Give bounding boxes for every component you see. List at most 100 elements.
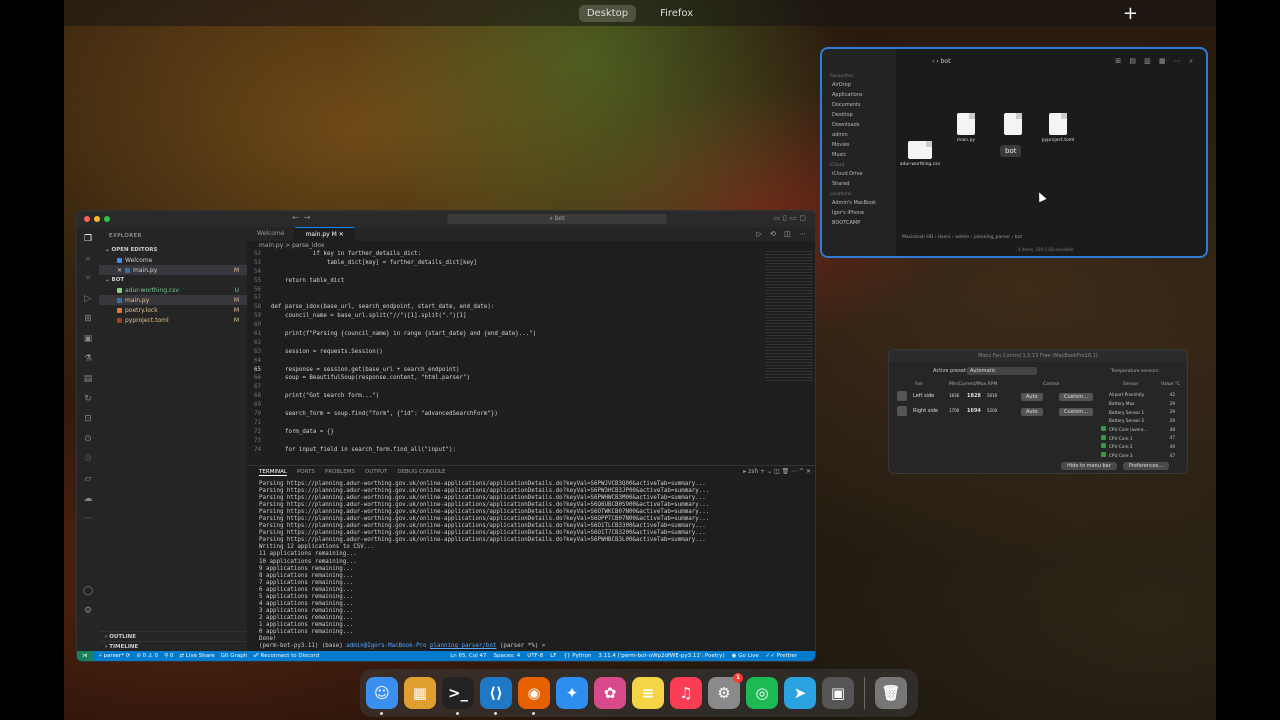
auto-button[interactable]: Auto [1021, 393, 1043, 401]
sensor-row[interactable]: Battery Sensor 2 29 [1101, 416, 1185, 425]
docker-icon[interactable]: ☁ [82, 493, 94, 505]
remote-explorer-icon[interactable]: ▣ [82, 333, 94, 345]
indentation[interactable]: Spaces: 4 [493, 653, 520, 659]
close-icon[interactable]: ✕ [117, 267, 122, 274]
code-line[interactable]: 59 council_name = base_url.split("//")[1… [247, 313, 762, 322]
discord-button[interactable]: ☍ Reconnect to Discord [253, 653, 319, 659]
zoom-window-button[interactable] [104, 216, 110, 222]
music-icon[interactable]: ♫ [670, 677, 702, 709]
code-line[interactable]: 63 session = requests.Session() [247, 349, 762, 358]
terminal-icon[interactable]: >_ [442, 677, 474, 715]
notes-icon[interactable]: ≡ [632, 677, 664, 709]
code-line[interactable]: 54 [247, 269, 762, 278]
sensor-row[interactable]: Airport Proximity 42 [1101, 390, 1185, 399]
nav-arrows-icon[interactable]: ← → [292, 213, 311, 222]
git-graph-button[interactable]: Git Graph [221, 653, 248, 659]
folder-header[interactable]: ⌄ BOT [99, 275, 247, 285]
testing-icon[interactable]: ⚗ [82, 353, 94, 365]
code-line[interactable]: 69 [247, 402, 762, 411]
sidebar-item[interactable]: Desktop [822, 110, 896, 120]
sensor-row[interactable]: CPU Core 1 47 [1101, 433, 1185, 442]
sidebar-item[interactable]: iCloud Drive [822, 169, 896, 179]
go-live-button[interactable]: ◉ Go Live [732, 653, 759, 659]
space-firefox[interactable]: Firefox [652, 5, 701, 22]
terminal-prompt[interactable]: (perm-bot-py3.11) (base) admin@Igors-Mac… [259, 643, 805, 650]
account-icon[interactable]: ◯ [82, 585, 94, 597]
github-icon[interactable]: ⊙ [82, 433, 94, 445]
ports-count[interactable]: ⚲ 0 [164, 653, 173, 659]
code-line[interactable]: 52 if key in further_details_dict: [247, 251, 762, 260]
open-editor-item[interactable]: ✕ main.py M [99, 265, 247, 275]
tab-output[interactable]: OUTPUT [365, 469, 387, 475]
eol[interactable]: LF [550, 653, 556, 659]
code-line[interactable]: 55 return table_dict [247, 278, 762, 287]
more-icon[interactable]: ⋯ [82, 513, 94, 525]
tab-debug-console[interactable]: DEBUG CONSOLE [397, 469, 445, 475]
tab-problems[interactable]: PROBLEMS [325, 469, 355, 475]
minimize-window-button[interactable] [94, 216, 100, 222]
remote-indicator[interactable]: ⋊ [77, 651, 93, 661]
live-share-button[interactable]: ⇄ Live Share [179, 653, 214, 659]
spotify-icon[interactable]: ◎ [746, 677, 778, 709]
launchpad-icon[interactable]: ▦ [404, 677, 436, 709]
terminal-actions[interactable]: ▸ zsh + ⌄ ◫ 🗑 ⋯ ^ ✕ [743, 468, 811, 475]
code-line[interactable]: 62 [247, 340, 762, 349]
code-line[interactable]: 71 [247, 420, 762, 429]
terminal-output[interactable]: Parsing https://planning.adur-worthing.g… [247, 478, 815, 653]
trash-icon[interactable]: 🗑 [875, 677, 907, 709]
code-line[interactable]: 66 soup = BeautifulSoup(response.content… [247, 375, 762, 384]
sidebar-item[interactable]: BOOTCAMP [822, 218, 896, 228]
code-line[interactable]: 61 print(f"Parsing {council_name} in ran… [247, 331, 762, 340]
custom-button[interactable]: Custom... [1059, 393, 1093, 401]
code-editor[interactable]: 52 if key in further_details_dict: 53 tab… [247, 251, 762, 455]
prettier-button[interactable]: ✓✓ Prettier [766, 653, 797, 659]
tab-main-py[interactable]: main.py M ✕ [295, 227, 355, 241]
chat-icon[interactable]: ▱ [82, 473, 94, 485]
settings-gear-icon[interactable]: ⚙ [82, 605, 94, 617]
code-line[interactable]: 58 def parse_idox(base_url, search_endpoi… [247, 304, 762, 313]
sidebar-item[interactable]: admin [822, 130, 896, 140]
language-mode[interactable]: {} Python [564, 653, 592, 659]
path-bar[interactable]: Macintosh HD › Users › admin › planning_… [902, 235, 1022, 240]
command-center-search[interactable]: ⌕ bot [447, 214, 667, 224]
system-settings-icon[interactable]: ⚙ 1 [708, 673, 743, 709]
file-pyproject-toml[interactable]: pyproject.toml [1030, 113, 1086, 143]
file-item[interactable]: pyproject.toml M [99, 315, 247, 325]
code-line[interactable]: 73 [247, 438, 762, 447]
code-line[interactable]: 64 [247, 358, 762, 367]
sensor-row[interactable]: CPU Core (avera... 48 [1101, 425, 1185, 434]
minimap[interactable] [765, 251, 813, 381]
file-item[interactable]: adur-worthing.csv U [99, 285, 247, 295]
safari-icon[interactable]: ✦ [556, 677, 588, 709]
code-line[interactable]: 72 form_data = {} [247, 429, 762, 438]
sidebar-item[interactable]: Documents [822, 100, 896, 110]
git-branch[interactable]: ⑂ parser* ⟳ [99, 653, 131, 659]
code-line[interactable]: 67 [247, 384, 762, 393]
tab-ports[interactable]: PORTS [297, 469, 315, 475]
file-item[interactable]: poetry.lock M [99, 305, 247, 315]
telegram-icon[interactable]: ➤ [784, 677, 816, 709]
sidebar-item[interactable]: Shared [822, 179, 896, 189]
preset-select[interactable]: Automatic [967, 367, 1037, 375]
python-icon[interactable]: ♲ [82, 453, 94, 465]
live-share-icon[interactable]: ↻ [82, 393, 94, 405]
add-space-button[interactable]: + [1123, 3, 1138, 24]
sensor-row[interactable]: CPU Core 3 47 [1101, 451, 1185, 460]
code-line[interactable]: 74 for input_field in search_form.find_a… [247, 447, 762, 456]
sidebar-item[interactable]: Igor's iPhone [822, 208, 896, 218]
notebook-icon[interactable]: ▤ [82, 373, 94, 385]
space-desktop[interactable]: Desktop [578, 4, 637, 22]
tab-terminal[interactable]: TERMINAL [259, 469, 287, 476]
sidebar-item[interactable]: AirDrop [822, 80, 896, 90]
preferences-button[interactable]: Preferences... [1123, 462, 1170, 470]
sensor-row[interactable]: CPU Core 2 49 [1101, 442, 1185, 451]
source-control-icon[interactable]: ⑂ [82, 273, 94, 285]
sidebar-item[interactable]: Music [822, 150, 896, 160]
extensions-icon[interactable]: ⊞ [82, 313, 94, 325]
photos-icon[interactable]: ✿ [594, 677, 626, 709]
custom-button[interactable]: Custom... [1059, 408, 1093, 416]
cursor-position[interactable]: Ln 65, Col 47 [450, 653, 486, 659]
git-graph-icon[interactable]: ⊡ [82, 413, 94, 425]
explorer-icon[interactable]: ❐ [82, 233, 94, 245]
code-line[interactable]: 70 search_form = soup.find("form", {"id"… [247, 411, 762, 420]
